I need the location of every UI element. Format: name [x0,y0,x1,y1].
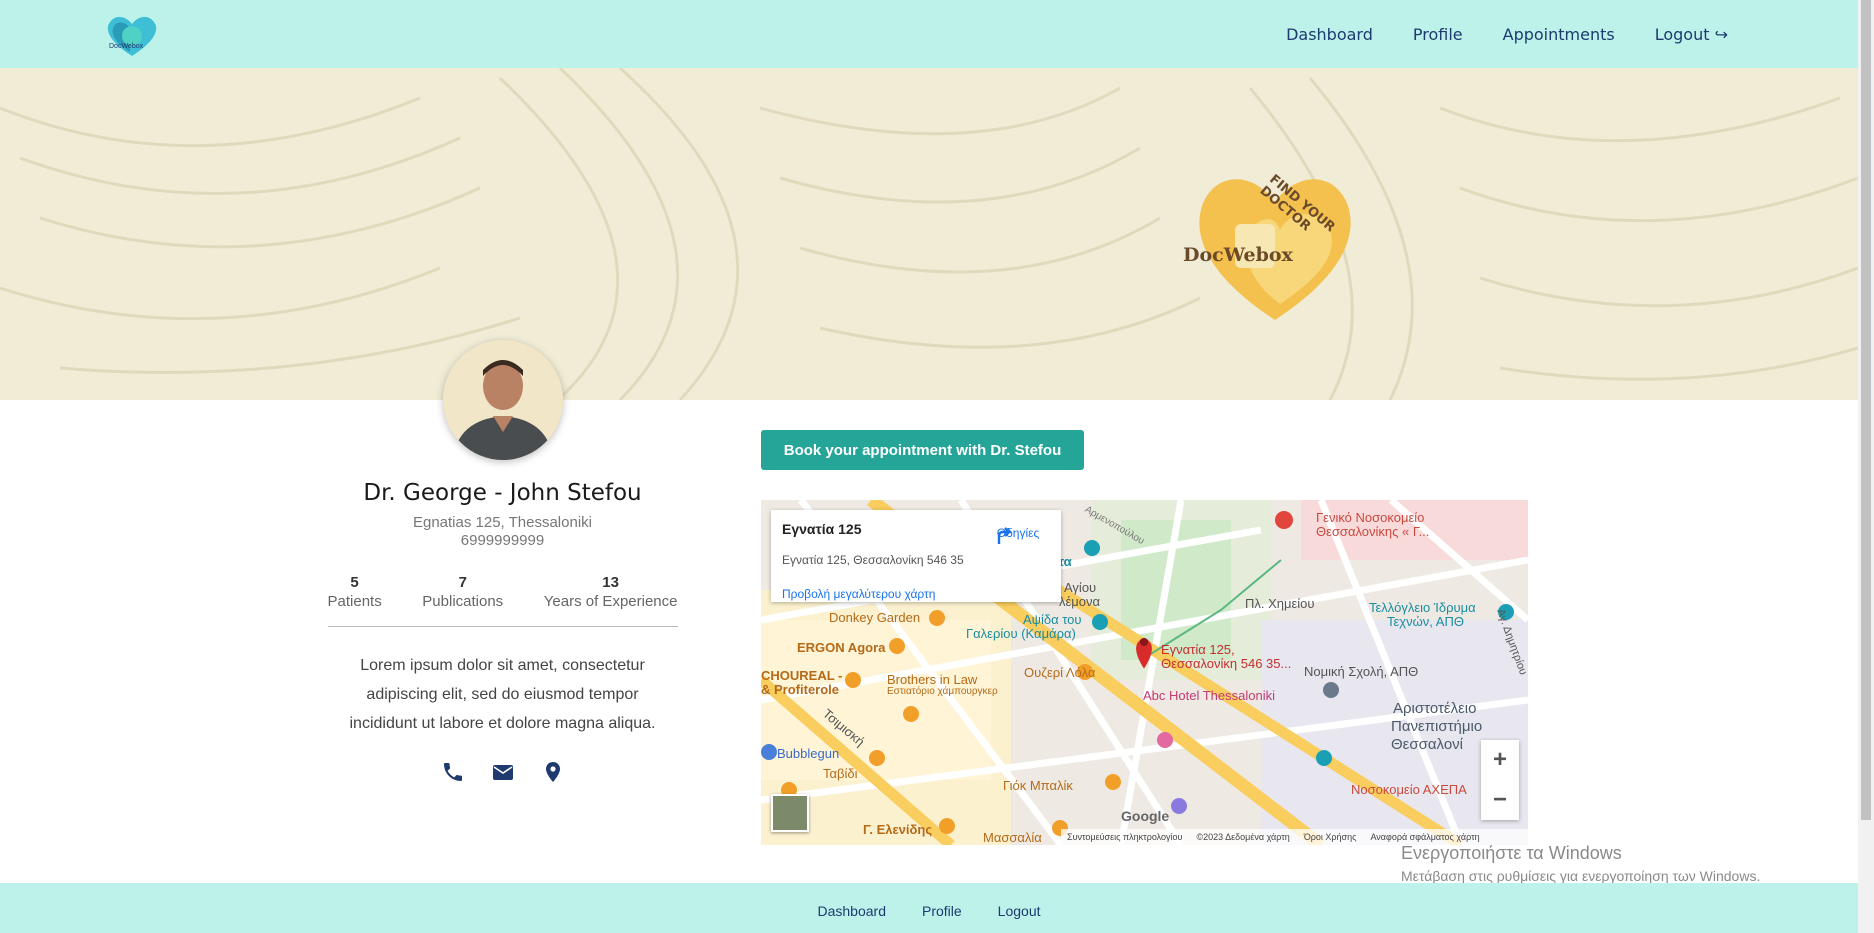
stat-label: Publications [422,593,504,610]
location-map[interactable]: Γενικό Νοσοκομείο Θεσσαλονίκης « Γ... Ρο… [761,500,1528,845]
plaster-texture [0,68,1858,400]
map-label-aristotle-3: Θεσσαλονί [1391,736,1463,753]
book-appointment-button[interactable]: Book your appointment with Dr. Stefou [761,430,1084,470]
profile-banner: DocWebox FIND YOUR DOCTOR [0,68,1858,400]
map-terms-link[interactable]: Όροι Χρήσης [1304,832,1357,842]
map-info-card: Εγνατία 125 Εγνατία 125, Θεσσαλονίκη 546… [771,510,1061,602]
phone-icon[interactable] [441,760,465,784]
page-footer: Dashboard Profile Logout [0,883,1858,933]
stat-experience: 13 Years of Experience [544,574,678,610]
docwebox-banner-logo-icon: DocWebox FIND YOUR DOCTOR [1180,154,1380,324]
map-label-apsida: Αψίδα του [1023,612,1082,627]
map-label-elenidis: Γ. Ελενίδης [863,822,933,837]
map-label-giok: Γιόκ Μπαλίκ [1003,778,1073,793]
map-card-title: Εγνατία 125 [782,521,862,537]
footer-profile-link[interactable]: Profile [922,903,962,919]
map-label-choureal: CHOUREAL - [761,668,843,683]
view-larger-map-link[interactable]: Προβολή μεγαλύτερου χάρτη [782,587,935,601]
map-label-massalia: Μασσαλία [983,830,1042,845]
zoom-out-icon[interactable]: − [1493,788,1507,812]
footer-dashboard-link[interactable]: Dashboard [817,903,886,919]
directions-button[interactable]: Οδηγίες [993,524,1043,544]
stat-value: 5 [350,574,359,591]
map-zoom-control: + − [1481,740,1519,820]
docwebox-logo-icon[interactable]: DocWebox [100,8,164,60]
map-label-aristotle: Αριστοτέλειο [1393,700,1477,717]
scrollbar-thumb[interactable] [1861,0,1871,820]
map-label-abc-hotel: Abc Hotel Thessaloniki [1143,688,1275,703]
svg-text:DocWebox: DocWebox [109,43,144,50]
vertical-scrollbar[interactable] [1858,0,1874,933]
map-card-address: Εγνατία 125, Θεσσαλονίκη 546 35 [782,553,964,567]
map-label-ouzeri: Ουζερί Λόλα [1024,665,1096,680]
map-label-axepa: Νοσοκομείο ΑΧΕΠΑ [1351,782,1467,797]
contact-icons [300,760,705,784]
map-label-brothers-2: Εστιατόριο χάμπουργκερ [887,686,998,697]
report-map-error-link[interactable]: Αναφορά σφάλματος χάρτη [1370,832,1479,842]
nav-logout-link[interactable]: Logout ↪ [1655,25,1728,44]
map-label-teloglio-2: Τεχνών, ΑΠΘ [1387,614,1464,629]
nav-links: Dashboard Profile Appointments Logout ↪ [1286,0,1728,68]
map-label-brothers: Brothers in Law [887,672,978,687]
map-marker-label-2: Θεσσαλονίκη 546 35... [1161,656,1292,671]
map-label-ergon: ERGON Agora [797,640,886,655]
nav-profile-link[interactable]: Profile [1413,25,1463,44]
map-marker-label: Εγνατία 125, [1161,642,1235,657]
map-label-bubblegun: Bubblegun [777,746,840,761]
doctor-phone: 6999999999 [460,532,545,549]
map-label-teloglio: Τελλόγλειο Ίδρυμα [1369,600,1476,615]
doctor-address: Egnatias 125, Thessaloniki [412,514,592,531]
banner-brand-name: DocWebox [1183,244,1293,266]
nav-appointments-link[interactable]: Appointments [1503,25,1615,44]
top-navbar: DocWebox Dashboard Profile Appointments … [0,0,1858,68]
map-label-hospital-2: Θεσσαλονίκης « Γ... [1316,524,1430,539]
map-label-chimeiou: Πλ. Χημείου [1245,596,1315,611]
map-label-donkey-garden: Donkey Garden [829,610,921,625]
map-label-aristotle-2: Πανεπιστήμιο [1391,718,1483,735]
stat-label: Patients [327,593,382,610]
zoom-in-icon[interactable]: + [1493,748,1507,772]
stat-patients: 5 Patients [328,574,382,610]
nav-dashboard-link[interactable]: Dashboard [1286,25,1373,44]
doctor-avatar [443,340,563,460]
map-label-tavidi: Ταβίδι [823,766,858,781]
keyboard-shortcuts-link[interactable]: Συντομεύσεις πληκτρολογίου [1067,832,1182,842]
map-label-choureal-2: & Profiterole [761,682,840,697]
satellite-toggle-button[interactable] [771,794,809,832]
map-label-lemona: λέμονα [1059,594,1101,609]
stat-publications: 7 Publications [422,574,503,610]
envelope-icon[interactable] [491,760,515,784]
google-logo: Google [1121,808,1170,824]
doctor-profile: Dr. George - John Stefou Egnatias 125, T… [300,480,705,784]
doctor-name: Dr. George - John Stefou [363,480,642,506]
map-label-nomiki: Νομική Σχολή, ΑΠΘ [1304,664,1419,679]
map-label-agiou: Αγίου [1064,580,1097,595]
watermark-line-2: Μετάβαση στις ρυθμίσεις για ενεργοποίηση… [1401,868,1761,884]
map-label-apsida-2: Γαλερίου (Καμάρα) [966,626,1076,641]
footer-logout-link[interactable]: Logout [998,903,1041,919]
stat-value: 13 [602,574,619,591]
map-data-credit: ©2023 Δεδομένα χάρτη [1196,832,1290,842]
windows-activation-watermark: Ενεργοποιήστε τα Windows Μετάβαση στις ρ… [1401,843,1760,884]
doctor-bio: Lorem ipsum dolor sit amet, consectetur … [349,657,656,732]
doctor-stats: 5 Patients 7 Publications 13 Years of Ex… [327,574,678,627]
stat-label: Years of Experience [543,593,678,610]
watermark-line-1: Ενεργοποιήστε τα Windows [1401,843,1622,863]
map-marker-icon[interactable] [541,760,565,784]
stat-value: 7 [458,574,467,591]
map-label-hospital: Γενικό Νοσοκομείο [1316,510,1425,525]
